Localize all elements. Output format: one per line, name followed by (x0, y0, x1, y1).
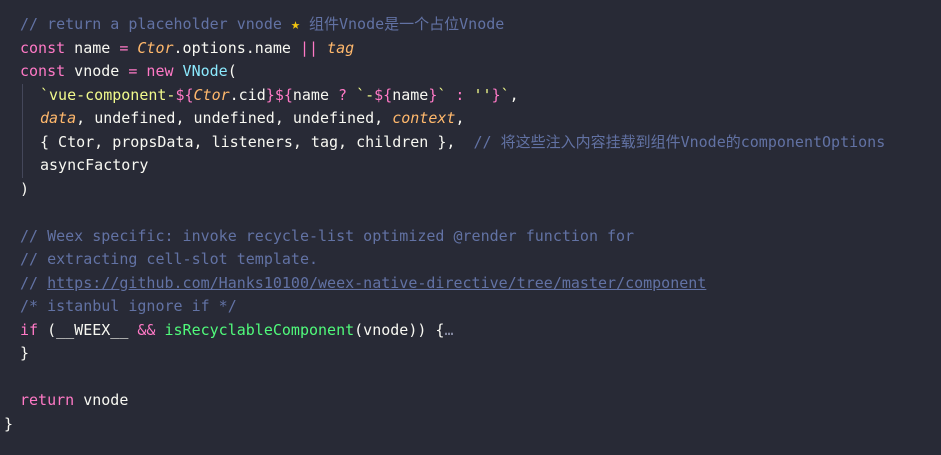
code-line-2[interactable]: const name = Ctor.options.name || tag (0, 37, 941, 61)
paren: ) (20, 179, 30, 198)
interp-open: ${ (374, 85, 393, 104)
identifier-weex: __WEEX__ (56, 320, 129, 339)
comment: // (20, 273, 48, 292)
code-line-18[interactable]: } (0, 413, 941, 437)
keyword-if: if (20, 320, 39, 339)
identifier-context: context (392, 109, 456, 127)
identifier: vnode (74, 391, 129, 409)
function-call: isRecyclableComponent (164, 320, 355, 339)
identifier: name (292, 85, 329, 104)
property-access: .options.name (173, 38, 300, 57)
keyword-return: return (20, 391, 75, 409)
star-icon: ★ (290, 15, 300, 33)
template-string: `vue-component- (40, 85, 176, 104)
code-line-13[interactable]: /* istanbul ignore if */ (0, 295, 941, 319)
identifier-ctor: Ctor (128, 38, 174, 57)
interp-open: ${ (175, 85, 194, 104)
code-line-9-empty[interactable] (0, 201, 941, 225)
code-line-17[interactable]: return vnode (0, 389, 941, 413)
brace-close: } (20, 344, 30, 362)
keyword-const: const (20, 62, 66, 80)
comment-chinese: 组件Vnode是一个占位Vnode (299, 15, 505, 33)
operator-colon: : (446, 85, 474, 104)
code-editor[interactable]: // return a placeholder vnode ★ 组件Vnode是… (0, 0, 941, 455)
folded-region-ellipsis[interactable]: … (444, 321, 453, 339)
code-line-8[interactable]: ) (0, 178, 941, 202)
operator-ternary: ? (329, 85, 357, 104)
identifier-ctor: Ctor (193, 85, 230, 104)
template-string: `- (356, 85, 375, 104)
comment: // return a placeholder vnode (20, 15, 291, 33)
code-line-15[interactable]: } (0, 342, 941, 366)
template-string: ` (500, 85, 510, 104)
interp-close: } (265, 85, 275, 104)
comma: , (509, 85, 519, 104)
code-line-7[interactable]: asyncFactory (0, 154, 941, 178)
call-args: (vnode) (354, 320, 418, 339)
code-line-4[interactable]: `vue-component-${Ctor.cid}${name ? `-${n… (0, 84, 941, 108)
operator-and: && (128, 320, 165, 339)
code-line-10[interactable]: // Weex specific: invoke recycle-list op… (0, 225, 941, 249)
code-line-1[interactable]: // return a placeholder vnode ★ 组件Vnode是… (0, 13, 941, 37)
brace-open: ) { (417, 320, 445, 339)
keyword-const: const (20, 38, 66, 57)
identifier: asyncFactory (40, 156, 149, 174)
keyword-new: new (137, 62, 174, 80)
string-empty: '' (473, 85, 492, 104)
undefined-literal: undefined (292, 109, 375, 127)
comment: /* istanbul ignore if */ (20, 297, 237, 315)
comma: , (274, 109, 293, 127)
code-line-16-empty[interactable] (0, 366, 941, 390)
paren: ( (227, 62, 237, 80)
undefined-literal: undefined (193, 109, 275, 127)
operator-or: || (299, 38, 319, 57)
identifier: name (392, 85, 429, 104)
class-name: VNode (173, 62, 228, 80)
comment-link[interactable]: https://github.com/Hanks10100/weex-nativ… (47, 274, 706, 292)
identifier-tag: tag (318, 38, 355, 57)
comment: // Weex specific: invoke recycle-list op… (20, 226, 635, 245)
identifier: name (65, 38, 120, 57)
code-line-3[interactable]: const vnode = new VNode( (0, 60, 941, 84)
code-line-12[interactable]: // https://github.com/Hanks10100/weex-na… (0, 272, 941, 296)
undefined-literal: undefined (94, 109, 176, 127)
code-line-14[interactable]: if (__WEEX__ && isRecyclableComponent(vn… (0, 319, 941, 343)
interp-open: ${ (274, 85, 293, 104)
identifier-data: data (40, 109, 77, 127)
interp-close: } (491, 85, 501, 104)
brace-close: } (4, 414, 14, 433)
comma: , (455, 109, 465, 127)
comment: // 将这些注入内容挂载到组件Vnode的componentOptions (455, 132, 886, 151)
identifier: vnode (65, 62, 129, 80)
paren: ( (38, 320, 57, 339)
code-line-5[interactable]: data, undefined, undefined, undefined, c… (0, 107, 941, 131)
comma: , (76, 109, 95, 127)
code-line-6[interactable]: { Ctor, propsData, listeners, tag, child… (0, 131, 941, 155)
object-literal: { Ctor, propsData, listeners, tag, child… (40, 132, 456, 151)
property-access: .cid (229, 85, 266, 104)
comma: , (374, 109, 393, 127)
comma: , (175, 109, 194, 127)
code-line-11[interactable]: // extracting cell-slot template. (0, 248, 941, 272)
comment: // extracting cell-slot template. (20, 250, 319, 268)
